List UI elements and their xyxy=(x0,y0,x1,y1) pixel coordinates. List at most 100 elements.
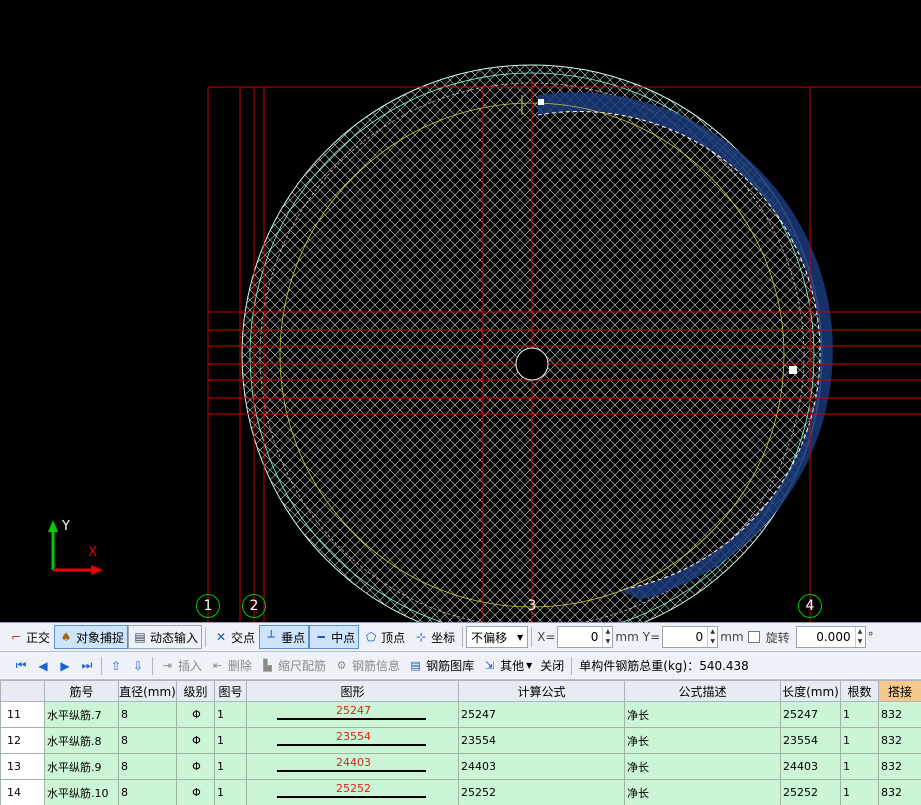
intersection-snap-button[interactable]: ✕ 交点 xyxy=(209,625,259,649)
unit-mm-label: mm xyxy=(720,630,744,644)
rotate-field[interactable] xyxy=(796,627,855,647)
cell-length[interactable]: 25252 xyxy=(780,779,841,805)
cell-description[interactable]: 净长 xyxy=(624,727,781,754)
cell-bar-name[interactable]: 水平纵筋.9 xyxy=(44,753,119,780)
y-offset-input[interactable]: ▲▼ xyxy=(662,626,719,648)
cell-lap[interactable]: 832 xyxy=(878,701,921,728)
cell-formula[interactable]: 23554 xyxy=(458,727,625,754)
rotate-label: 旋转 xyxy=(765,630,790,645)
cad-canvas[interactable]: Y X 1 2 3 4 xyxy=(0,0,921,622)
table-row[interactable]: 11 水平纵筋.7 8 Φ 1 25247 25247 净长 25247 1 8… xyxy=(0,701,921,728)
cell-bar-name[interactable]: 水平纵筋.8 xyxy=(44,727,119,754)
row-index[interactable]: 13 xyxy=(0,753,45,780)
delete-button[interactable]: ⇤ 删除 xyxy=(206,655,256,677)
rebar-library-button[interactable]: ▤ 钢筋图库 xyxy=(404,655,478,677)
cell-description[interactable]: 净长 xyxy=(624,779,781,805)
drawing-svg[interactable] xyxy=(0,0,921,622)
header-formula[interactable]: 计算公式 xyxy=(458,680,625,702)
table-row[interactable]: 14 水平纵筋.10 8 Φ 1 25252 25252 净长 25252 1 … xyxy=(0,779,921,805)
close-button[interactable]: 关闭 xyxy=(536,655,568,677)
header-diameter[interactable]: 直径(mm) xyxy=(118,680,177,702)
rotate-input[interactable]: ▲▼ xyxy=(795,626,866,648)
header-grade[interactable]: 级别 xyxy=(176,680,215,702)
x-offset-input[interactable]: ▲▼ xyxy=(557,626,614,648)
prev-record-icon[interactable]: ◀ xyxy=(32,659,54,673)
midpoint-snap-button[interactable]: ━ 中点 xyxy=(309,625,360,649)
divider xyxy=(205,627,207,647)
snap-toolbar: ⌐ 正交 ♠ 对象捕捉 ▤ 动态输入 ✕ 交点 ┴ 垂点 ━ 中点 ⬠ 顶点 ⊹ 坐标 不偏移 ▼… xyxy=(0,622,921,652)
cell-description[interactable]: 净长 xyxy=(624,701,781,728)
cell-count[interactable]: 1 xyxy=(840,779,879,805)
ortho-button[interactable]: ⌐ 正交 xyxy=(4,625,54,649)
move-down-icon[interactable]: ⇩ xyxy=(127,659,149,673)
cell-grade[interactable]: Φ xyxy=(176,753,215,780)
header-bar-no[interactable]: 筋号 xyxy=(44,680,119,702)
object-snap-button[interactable]: ♠ 对象捕捉 xyxy=(54,625,129,649)
cell-lap[interactable]: 832 xyxy=(878,727,921,754)
header-length[interactable]: 长度(mm) xyxy=(780,680,841,702)
y-spinner-arrows[interactable]: ▲ ▼ xyxy=(707,627,717,647)
cell-fig-no[interactable]: 1 xyxy=(214,701,247,728)
x-offset-field[interactable] xyxy=(558,627,603,647)
row-index[interactable]: 11 xyxy=(0,701,45,728)
first-record-icon[interactable]: ⏮ xyxy=(10,658,32,673)
rotate-spinner-arrows[interactable]: ▲ ▼ xyxy=(854,627,865,647)
cell-count[interactable]: 1 xyxy=(840,701,879,728)
table-row[interactable]: 13 水平纵筋.9 8 Φ 1 24403 24403 净长 24403 1 8… xyxy=(0,753,921,780)
cell-description[interactable]: 净长 xyxy=(624,753,781,780)
row-index[interactable]: 14 xyxy=(0,779,45,805)
header-description[interactable]: 公式描述 xyxy=(624,680,781,702)
cell-lap[interactable]: 832 xyxy=(878,753,921,780)
cell-formula[interactable]: 25247 xyxy=(458,701,625,728)
header-fig-no[interactable]: 图号 xyxy=(214,680,247,702)
cell-shape[interactable]: 25252 xyxy=(246,779,459,805)
axis-x-label: X xyxy=(88,545,97,560)
x-spinner-arrows[interactable]: ▲ ▼ xyxy=(602,627,612,647)
cell-diameter[interactable]: 8 xyxy=(118,727,177,754)
cell-diameter[interactable]: 8 xyxy=(118,779,177,805)
cell-bar-name[interactable]: 水平纵筋.10 xyxy=(44,779,119,805)
cell-count[interactable]: 1 xyxy=(840,727,879,754)
cell-formula[interactable]: 24403 xyxy=(458,753,625,780)
cell-formula[interactable]: 25252 xyxy=(458,779,625,805)
cell-count[interactable]: 1 xyxy=(840,753,879,780)
last-record-icon[interactable]: ⏭ xyxy=(76,658,98,673)
cell-fig-no[interactable]: 1 xyxy=(214,753,247,780)
cell-lap[interactable]: 832 xyxy=(878,779,921,805)
header-lap[interactable]: 搭接 xyxy=(878,680,921,702)
divider xyxy=(101,656,102,675)
cell-bar-name[interactable]: 水平纵筋.7 xyxy=(44,701,119,728)
coordinate-snap-button[interactable]: ⊹ 坐标 xyxy=(409,625,459,649)
scale-rebar-button[interactable]: ▙ 缩尺配筋 xyxy=(256,655,330,677)
insert-button[interactable]: ⇥ 插入 xyxy=(156,655,206,677)
move-up-icon[interactable]: ⇧ xyxy=(105,659,127,673)
cell-shape[interactable]: 23554 xyxy=(246,727,459,754)
rebar-info-button[interactable]: ⚙ 钢筋信息 xyxy=(330,655,404,677)
header-shape[interactable]: 图形 xyxy=(246,680,459,702)
y-offset-field[interactable] xyxy=(663,627,708,647)
cell-grade[interactable]: Φ xyxy=(176,779,215,805)
cell-grade[interactable]: Φ xyxy=(176,701,215,728)
rebar-shape-line xyxy=(277,718,426,720)
row-index[interactable]: 12 xyxy=(0,727,45,754)
cell-length[interactable]: 24403 xyxy=(780,753,841,780)
cell-diameter[interactable]: 8 xyxy=(118,701,177,728)
table-row[interactable]: 12 水平纵筋.8 8 Φ 1 23554 23554 净长 23554 1 8… xyxy=(0,727,921,754)
perpendicular-snap-button[interactable]: ┴ 垂点 xyxy=(259,625,310,649)
cell-length[interactable]: 23554 xyxy=(780,727,841,754)
cell-fig-no[interactable]: 1 xyxy=(214,727,247,754)
cell-fig-no[interactable]: 1 xyxy=(214,779,247,805)
cell-shape[interactable]: 24403 xyxy=(246,753,459,780)
x-label: X= xyxy=(537,630,556,644)
header-count[interactable]: 根数 xyxy=(840,680,879,702)
cell-shape[interactable]: 25247 xyxy=(246,701,459,728)
cell-length[interactable]: 25247 xyxy=(780,701,841,728)
cell-grade[interactable]: Φ xyxy=(176,727,215,754)
next-record-icon[interactable]: ▶ xyxy=(54,659,76,673)
dynamic-input-button[interactable]: ▤ 动态输入 xyxy=(128,625,203,649)
vertex-snap-button[interactable]: ⬠ 顶点 xyxy=(359,625,409,649)
other-menu-button[interactable]: ⇲ 其他 ▼ xyxy=(478,655,536,677)
rotate-checkbox[interactable] xyxy=(747,631,760,643)
offset-select[interactable]: 不偏移 ▼ xyxy=(466,626,529,648)
cell-diameter[interactable]: 8 xyxy=(118,753,177,780)
